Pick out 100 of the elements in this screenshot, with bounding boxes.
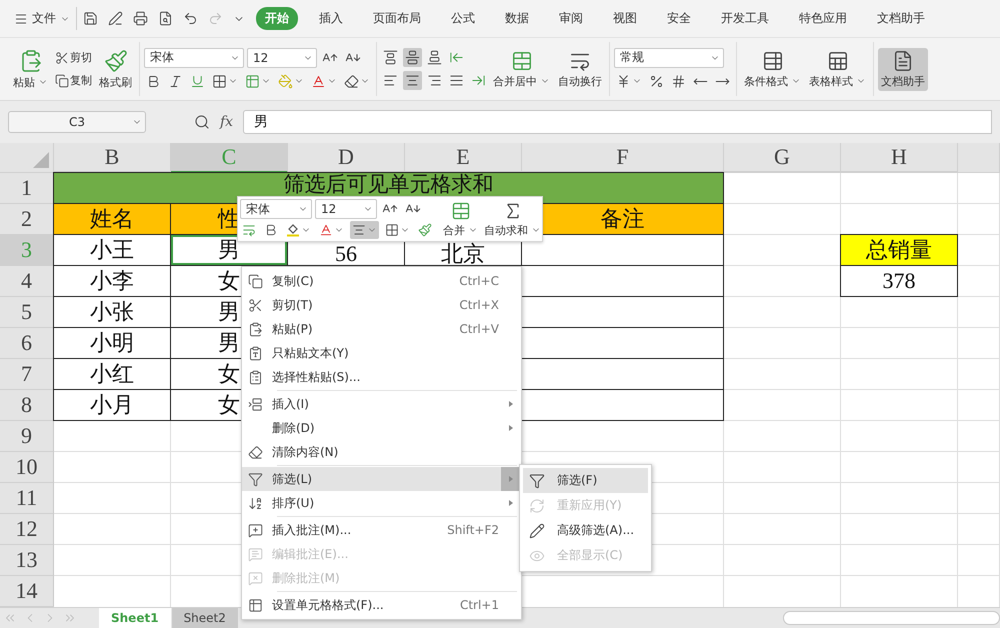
printer-icon bbox=[133, 11, 148, 26]
submenu-arrow-icon bbox=[509, 500, 513, 506]
horizontal-scrollbar[interactable] bbox=[783, 611, 1000, 625]
wrap-text-button[interactable]: 自动换行 bbox=[555, 48, 605, 90]
row-header[interactable]: 11 bbox=[0, 483, 54, 514]
eraser-icon bbox=[344, 74, 359, 88]
menu-item[interactable]: 筛选(F) bbox=[523, 468, 648, 493]
paste-button[interactable]: 粘贴 bbox=[10, 46, 51, 92]
font-select[interactable]: 宋体 bbox=[240, 199, 312, 219]
align-justify-icon bbox=[449, 73, 464, 88]
italic-icon bbox=[168, 74, 183, 88]
number-format-select[interactable]: 常规 bbox=[614, 48, 724, 68]
menu-tab[interactable]: 视图 bbox=[604, 7, 646, 30]
summary-label-cell: 总销量 bbox=[840, 234, 958, 266]
merge-cells-icon bbox=[510, 50, 532, 72]
column-header[interactable]: H bbox=[841, 143, 958, 173]
font-size-select[interactable]: 12 bbox=[247, 48, 317, 68]
menu-item[interactable]: 设置单元格格式(F)... Ctrl+1 bbox=[242, 593, 521, 617]
row-header[interactable]: 12 bbox=[0, 514, 54, 545]
align-center-icon bbox=[405, 73, 420, 88]
row-header[interactable]: 6 bbox=[0, 328, 54, 359]
copy-icon bbox=[55, 74, 69, 88]
file-menu[interactable]: 文件 bbox=[8, 7, 77, 30]
table-icon bbox=[245, 74, 260, 88]
align-button[interactable] bbox=[403, 71, 422, 90]
column-header[interactable]: D bbox=[288, 143, 405, 173]
align-button[interactable] bbox=[403, 48, 422, 67]
border-icon bbox=[212, 74, 227, 88]
menu-tab[interactable]: 公式 bbox=[442, 7, 484, 30]
sheet-tab[interactable]: Sheet2 bbox=[172, 608, 238, 628]
funnel-icon bbox=[248, 472, 263, 486]
column-header[interactable]: G bbox=[724, 143, 841, 173]
row-header[interactable]: 9 bbox=[0, 421, 54, 452]
font-size-select[interactable]: 12 bbox=[315, 199, 377, 219]
align-right-icon bbox=[427, 73, 442, 88]
style-button[interactable]: 条件格式 bbox=[741, 48, 804, 90]
merge-cells-icon bbox=[450, 200, 470, 220]
cut-button[interactable]: 剪切 bbox=[53, 48, 94, 67]
row-header[interactable]: 2 bbox=[0, 204, 54, 235]
header-cell: 姓名 bbox=[53, 203, 171, 235]
menu-item[interactable]: 筛选(L) bbox=[242, 467, 521, 491]
document-assistant-button[interactable]: 文档助手 bbox=[878, 48, 928, 90]
style-button[interactable]: 表格样式 bbox=[806, 48, 869, 90]
align-button[interactable] bbox=[350, 221, 379, 239]
table-style-icon bbox=[826, 50, 848, 72]
refresh-icon bbox=[529, 498, 545, 514]
clipboard-list-icon bbox=[248, 370, 263, 384]
align-button[interactable] bbox=[425, 48, 444, 67]
align-bottom-icon bbox=[427, 50, 442, 65]
font-select[interactable]: 宋体 bbox=[144, 48, 244, 68]
fx-label: fx bbox=[220, 114, 234, 130]
percent-icon bbox=[649, 74, 664, 88]
paintbrush-icon bbox=[104, 48, 128, 72]
indent-icon bbox=[471, 73, 486, 88]
menu-item[interactable]: 插入批注(M)... Shift+F2 bbox=[242, 518, 521, 542]
menu-tab[interactable]: 开发工具 bbox=[712, 7, 778, 30]
menu-tab[interactable]: 特色应用 bbox=[790, 7, 856, 30]
menu-item[interactable]: 清除内容(N) bbox=[242, 440, 521, 464]
table-cell: 小月 bbox=[53, 389, 171, 421]
zoom-icon bbox=[194, 114, 210, 130]
menu-tab[interactable]: 数据 bbox=[496, 7, 538, 30]
menu-icon bbox=[14, 12, 28, 26]
comment-edit-icon bbox=[248, 546, 263, 562]
row-header[interactable]: 1 bbox=[0, 173, 54, 204]
column-header[interactable]: F bbox=[522, 143, 724, 173]
row-header[interactable]: 8 bbox=[0, 390, 54, 421]
name-box[interactable]: C3 bbox=[8, 111, 146, 133]
row-header[interactable]: 4 bbox=[0, 266, 54, 297]
format-painter-button[interactable]: 格式刷 bbox=[96, 46, 135, 92]
menu-tab[interactable]: 页面布局 bbox=[364, 7, 430, 30]
align-top-icon bbox=[383, 50, 398, 65]
menu-tab[interactable]: 插入 bbox=[310, 7, 352, 30]
align-middle-icon bbox=[405, 50, 420, 65]
clipboard-icon bbox=[248, 322, 263, 336]
preview-icon bbox=[158, 11, 173, 26]
formula-input[interactable]: 男 bbox=[243, 110, 992, 134]
outdent-icon bbox=[449, 50, 464, 65]
merge-center-button[interactable]: 合并居中 bbox=[490, 48, 553, 90]
menu-item[interactable]: 高级筛选(A)... bbox=[523, 518, 648, 543]
row-header[interactable]: 7 bbox=[0, 359, 54, 390]
menu-tab[interactable]: 审阅 bbox=[550, 7, 592, 30]
submenu-arrow-icon bbox=[509, 425, 513, 431]
copy-button[interactable]: 复制 bbox=[53, 71, 94, 90]
comment-delete-icon bbox=[248, 570, 263, 586]
pencil-icon bbox=[529, 522, 545, 538]
redo-icon bbox=[208, 11, 223, 26]
scissors-icon bbox=[248, 298, 263, 312]
row-header[interactable]: 14 bbox=[0, 576, 54, 607]
align-button[interactable] bbox=[381, 48, 400, 67]
row-header[interactable]: 5 bbox=[0, 297, 54, 328]
save-icon bbox=[83, 11, 98, 26]
row-header[interactable]: 13 bbox=[0, 545, 54, 576]
row-header[interactable]: 10 bbox=[0, 452, 54, 483]
document-icon bbox=[892, 50, 914, 72]
column-header[interactable]: B bbox=[54, 143, 171, 173]
menu-tab[interactable]: 安全 bbox=[658, 7, 700, 30]
submenu-arrow-icon bbox=[509, 476, 513, 482]
submenu-arrow-icon bbox=[509, 401, 513, 407]
column-header[interactable]: E bbox=[405, 143, 522, 173]
menu-tab[interactable]: 文档助手 bbox=[868, 7, 934, 30]
